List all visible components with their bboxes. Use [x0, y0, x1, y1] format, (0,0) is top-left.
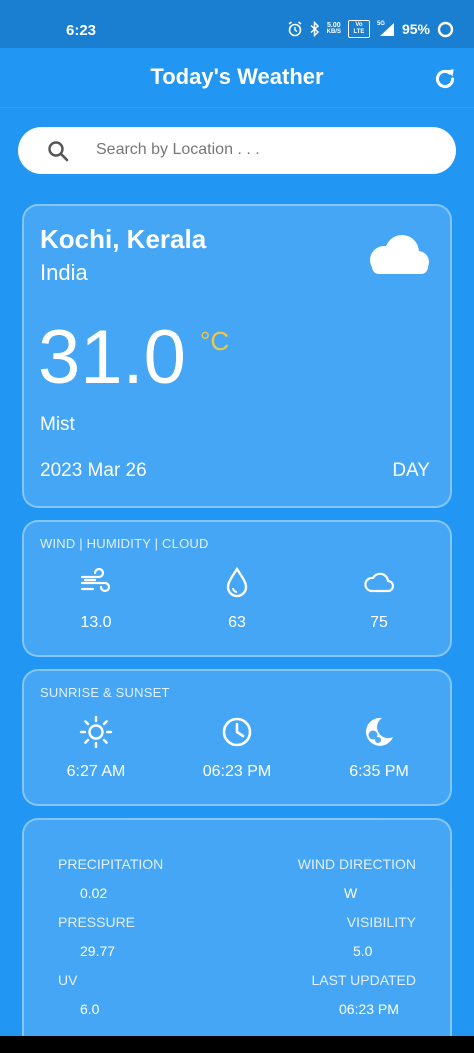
network-speed-unit: KB/S — [326, 29, 341, 35]
humidity-stat: 63 — [177, 566, 297, 632]
network-speed: 5.00 KB/S — [327, 22, 341, 36]
wind-icon — [80, 567, 111, 593]
moon-icon — [365, 717, 393, 746]
humidity-drop-icon — [226, 566, 248, 598]
current-time-stat: 06:23 PM — [177, 715, 297, 781]
last-updated-value: 06:23 PM — [339, 1001, 399, 1017]
uv-label: UV — [58, 972, 78, 988]
wind-stat: 13.0 — [36, 566, 156, 632]
search-input[interactable] — [96, 135, 436, 165]
alarm-icon — [288, 21, 302, 37]
weather-details-card: PRECIPITATION 0.02 WIND DIRECTION W PRES… — [22, 818, 452, 1053]
cloud-outline-icon — [364, 572, 395, 593]
search-bar[interactable] — [18, 127, 456, 174]
refresh-icon[interactable] — [432, 66, 458, 92]
weather-condition: Mist — [40, 414, 75, 435]
humidity-value: 63 — [228, 614, 246, 631]
volte-badge: Vo LTE — [347, 20, 370, 38]
wind-humidity-cloud-label: WIND | HUMIDITY | CLOUD — [40, 536, 209, 551]
uv-value: 6.0 — [80, 1001, 100, 1017]
sunrise-sunset-label: SUNRISE & SUNSET — [40, 685, 170, 700]
battery-percentage: 95% — [401, 21, 430, 37]
sun-icon — [79, 715, 113, 749]
weather-date: 2023 Mar 26 — [40, 460, 147, 481]
temperature-unit: °C — [200, 326, 230, 356]
signal-icon: 5G — [377, 21, 395, 37]
wind-humidity-cloud-card: WIND | HUMIDITY | CLOUD 13.0 63 75 — [22, 520, 452, 657]
city-name: Kochi, Kerala — [40, 224, 207, 254]
cloud-icon — [370, 235, 429, 274]
clock-icon — [222, 717, 252, 747]
visibility-value: 5.0 — [353, 943, 373, 959]
precipitation-label: PRECIPITATION — [58, 856, 164, 872]
sunset-time: 6:35 PM — [349, 763, 409, 780]
bluetooth-icon — [310, 21, 319, 37]
status-icons: 5.00 KB/S Vo LTE 5G 95% — [287, 20, 454, 38]
pressure-label: PRESSURE — [58, 914, 136, 930]
pressure-value: 29.77 — [80, 943, 116, 959]
signal-label: 5G — [376, 21, 385, 27]
battery-ring-icon — [437, 21, 454, 37]
network-speed-value: 5.00 — [326, 22, 341, 29]
sunrise-stat: 6:27 AM — [36, 715, 156, 781]
app-title: Today's Weather — [150, 64, 324, 89]
day-night-indicator: DAY — [392, 460, 430, 481]
sunset-stat: 6:35 PM — [319, 715, 439, 781]
system-nav-bar — [0, 1036, 474, 1053]
current-time-value: 06:23 PM — [202, 763, 272, 780]
temperature-value: 31.0 — [38, 315, 186, 400]
wind-direction-label: WIND DIRECTION — [297, 856, 416, 872]
wind-direction-value: W — [344, 885, 358, 901]
cloud-value: 75 — [370, 614, 388, 631]
sunrise-sunset-card: SUNRISE & SUNSET 6:27 AM 06:23 PM 6:35 P… — [22, 669, 452, 806]
sunrise-time: 6:27 AM — [66, 763, 126, 780]
status-bar: 6:23 5.00 KB/S Vo LTE 5G 95% — [0, 0, 474, 48]
search-icon[interactable] — [46, 139, 70, 163]
app-bar: Today's Weather — [0, 48, 474, 108]
country-name: India — [40, 260, 88, 285]
visibility-label: VISIBILITY — [346, 914, 416, 930]
precipitation-value: 0.02 — [80, 885, 108, 901]
current-weather-card: Kochi, Kerala India 31.0 °C Mist 2023 Ma… — [22, 204, 452, 508]
status-time: 6:23 — [66, 22, 97, 39]
cloud-stat: 75 — [319, 566, 439, 632]
last-updated-label: LAST UPDATED — [311, 972, 416, 988]
wind-value: 13.0 — [80, 614, 112, 631]
